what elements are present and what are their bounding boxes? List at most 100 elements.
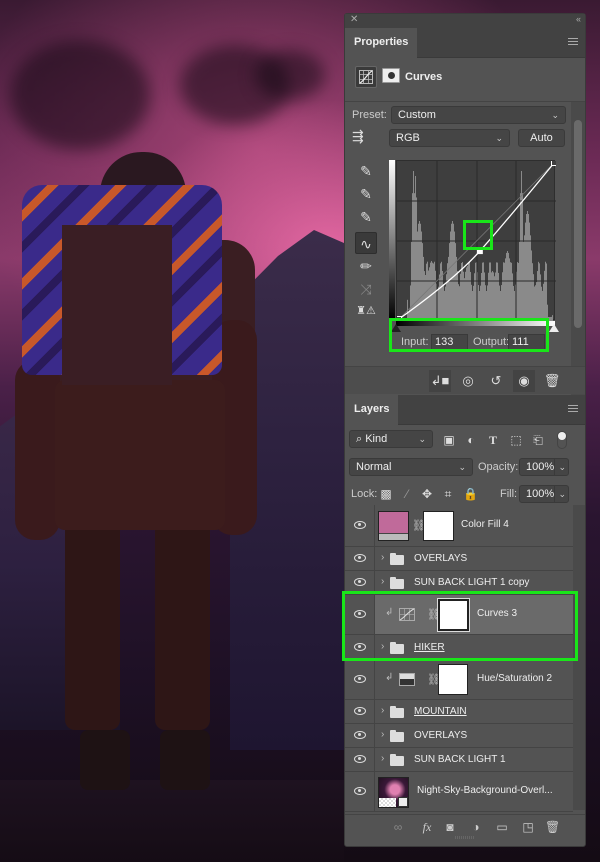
layer-row[interactable]: › SUN BACK LIGHT 1 — [345, 748, 573, 772]
properties-scrollbar[interactable] — [574, 120, 582, 328]
channel-dropdown[interactable]: RGB ⌄ — [389, 129, 510, 147]
histogram-bar — [495, 272, 496, 321]
lock-position-icon[interactable]: ✥ — [421, 486, 433, 502]
eye-icon[interactable] — [354, 755, 366, 763]
eye-icon[interactable] — [354, 675, 366, 683]
eye-icon[interactable] — [354, 610, 366, 618]
smart-object-badge-icon — [398, 797, 408, 807]
eye-icon[interactable] — [354, 707, 366, 715]
layer-row[interactable]: ↲ ⛓ Hue/Saturation 2 — [345, 660, 573, 700]
smooth-icon[interactable]: ⤨ — [355, 278, 377, 300]
smart-object-filter-icon[interactable]: ⎗ — [531, 432, 545, 448]
curve-svg[interactable] — [396, 160, 557, 322]
curves-adjustment-icon[interactable] — [355, 66, 377, 88]
chevron-right-icon[interactable]: › — [381, 576, 384, 587]
input-field[interactable]: 133 — [431, 334, 468, 351]
pencil-icon[interactable]: ✏ — [355, 255, 377, 277]
layer-row[interactable]: › MOUNTAIN — [345, 700, 573, 724]
curve-control-point[interactable] — [551, 160, 557, 166]
filter-toggle[interactable] — [557, 431, 567, 449]
mask-thumbnail[interactable] — [438, 664, 468, 695]
reset-icon[interactable]: ↺ — [485, 370, 507, 392]
curve-plot[interactable] — [396, 160, 557, 322]
fx-icon[interactable]: fx — [419, 819, 435, 835]
edit-points-icon[interactable]: ∿ — [355, 232, 377, 254]
eye-icon[interactable] — [354, 643, 366, 651]
output-field[interactable]: 111 — [508, 334, 545, 351]
layer-row[interactable]: Night-Sky-Background-Overl... — [345, 772, 573, 812]
visibility-toggle[interactable] — [345, 724, 375, 747]
new-layer-icon[interactable]: ◳ — [521, 819, 535, 835]
close-icon[interactable]: ✕ — [350, 14, 358, 25]
panel-menu-icon[interactable] — [568, 38, 578, 46]
opacity-field[interactable]: 100% ⌄ — [519, 458, 569, 476]
visibility-toggle[interactable] — [345, 571, 375, 594]
preset-dropdown[interactable]: Custom ⌄ — [391, 106, 566, 124]
fill-field[interactable]: 100% ⌄ — [519, 485, 569, 503]
layer-row[interactable]: ⛓ Color Fill 4 — [345, 505, 573, 547]
filter-kind-dropdown[interactable]: ⌕ Kind ⌄ — [349, 430, 433, 448]
black-point-slider[interactable] — [391, 324, 401, 332]
visibility-eye-icon[interactable]: ◉ — [513, 370, 535, 392]
chevron-right-icon[interactable]: › — [381, 729, 384, 740]
shape-filter-icon[interactable]: ⬚ — [509, 432, 523, 448]
lock-all-icon[interactable]: 🔒 — [463, 486, 478, 502]
clipping-warning-icon[interactable]: ♜⚠ — [355, 300, 377, 322]
eye-icon[interactable] — [354, 731, 366, 739]
trash-icon[interactable]: 🗑 — [541, 370, 563, 392]
visibility-toggle[interactable] — [345, 660, 375, 699]
eye-icon[interactable] — [354, 578, 366, 586]
visibility-toggle[interactable] — [345, 748, 375, 771]
visibility-toggle[interactable] — [345, 505, 375, 546]
chevron-right-icon[interactable]: › — [381, 641, 384, 652]
link-layers-icon[interactable]: ∞ — [391, 819, 405, 835]
chevron-right-icon[interactable]: › — [381, 753, 384, 764]
panel-resize-grip[interactable] — [455, 836, 475, 839]
black-eyedropper-icon[interactable]: ✎ — [355, 160, 377, 182]
visibility-toggle[interactable] — [345, 635, 375, 659]
layer-row[interactable]: › OVERLAYS — [345, 547, 573, 571]
collapse-icon[interactable]: ‹‹ — [576, 14, 581, 24]
delete-layer-icon[interactable]: 🗑 — [545, 819, 560, 835]
blend-mode-dropdown[interactable]: Normal ⌄ — [349, 458, 473, 476]
white-point-slider[interactable] — [549, 324, 559, 332]
curve-graph[interactable] — [389, 160, 559, 332]
auto-button[interactable]: Auto — [518, 129, 565, 147]
lock-brush-icon[interactable]: ⁄ — [401, 486, 413, 502]
layers-scroll-track[interactable] — [571, 505, 585, 810]
visibility-toggle[interactable] — [345, 700, 375, 723]
mask-thumbnail[interactable] — [437, 598, 470, 632]
add-mask-icon[interactable]: ◙ — [443, 819, 457, 835]
layer-row-selected[interactable]: ↲ ⛓ Curves 3 — [345, 595, 573, 635]
clip-to-layer-icon[interactable]: ↲■ — [429, 370, 451, 392]
visibility-toggle[interactable] — [345, 547, 375, 570]
tab-properties[interactable]: Properties — [345, 28, 418, 59]
chevron-right-icon[interactable]: › — [381, 552, 384, 563]
adjustment-filter-icon[interactable]: ◐ — [464, 432, 478, 448]
layer-row[interactable]: › OVERLAYS — [345, 724, 573, 748]
mask-thumbnail[interactable] — [423, 511, 454, 541]
lock-transparent-icon[interactable]: ▩ — [380, 486, 392, 502]
eye-icon[interactable] — [354, 521, 366, 529]
panel-menu-icon[interactable] — [568, 405, 578, 413]
white-eyedropper-icon[interactable]: ✎ — [355, 206, 377, 228]
layer-row[interactable]: › SUN BACK LIGHT 1 copy — [345, 571, 573, 595]
tab-layers[interactable]: Layers — [345, 395, 399, 426]
curve-control-point[interactable] — [476, 248, 483, 255]
lock-artboard-icon[interactable]: ⌗ — [442, 486, 454, 502]
pixel-filter-icon[interactable]: ▣ — [442, 432, 456, 448]
eye-icon[interactable] — [354, 787, 366, 795]
eye-icon[interactable] — [354, 554, 366, 562]
layer-mask-icon[interactable] — [382, 68, 400, 83]
new-group-icon[interactable]: ▭ — [495, 819, 509, 835]
view-previous-state-icon[interactable]: ◎ — [457, 370, 479, 392]
type-filter-icon[interactable]: T — [486, 432, 500, 448]
visibility-toggle[interactable] — [345, 595, 375, 634]
target-adjustment-hand-icon[interactable]: ⇶ — [352, 128, 364, 145]
gray-eyedropper-icon[interactable]: ✎ — [355, 183, 377, 205]
layer-row[interactable]: › HIKER — [345, 635, 573, 660]
histogram-bar — [501, 285, 502, 321]
chevron-right-icon[interactable]: › — [381, 705, 384, 716]
visibility-toggle[interactable] — [345, 772, 375, 811]
new-adjustment-icon[interactable]: ◑ — [469, 819, 483, 835]
